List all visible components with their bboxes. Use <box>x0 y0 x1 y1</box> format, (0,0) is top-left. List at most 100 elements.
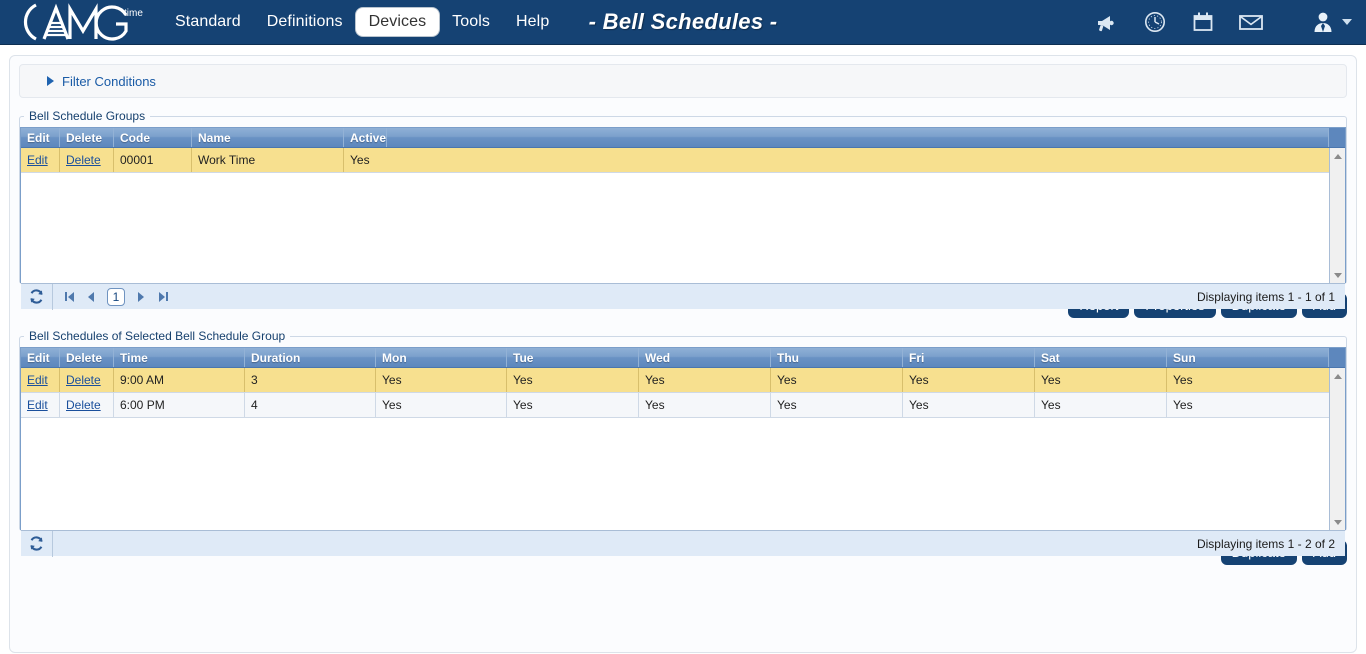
refresh-icon[interactable] <box>21 530 53 557</box>
top-navbar: time Standard Definitions Devices Tools … <box>0 0 1366 45</box>
megaphone-icon[interactable] <box>1094 9 1120 35</box>
amg-time-logo[interactable]: time <box>0 0 150 45</box>
schedules-col-wed[interactable]: Wed <box>639 348 771 367</box>
scroll-up-icon[interactable] <box>1330 368 1345 384</box>
schedules-col-sun[interactable]: Sun <box>1167 348 1329 367</box>
schedules-col-sat[interactable]: Sat <box>1035 348 1167 367</box>
groups-cell-active: Yes <box>350 153 370 167</box>
groups-cell-delete[interactable]: Delete <box>60 148 114 172</box>
nav-item-help[interactable]: Help <box>503 8 562 36</box>
nav-item-devices[interactable]: Devices <box>355 8 440 36</box>
schedules-header-scroll-spacer <box>1329 348 1345 367</box>
groups-cell-code: 00001 <box>114 148 192 172</box>
schedules-cell-sat: Yes <box>1035 368 1167 392</box>
bell-schedules-section: Bell Schedules of Selected Bell Schedule… <box>19 329 1347 557</box>
bell-schedules-grid: Edit Delete Time Duration Mon Tue Wed Th… <box>20 347 1346 557</box>
schedules-cell-sat: Yes <box>1035 393 1167 417</box>
table-row[interactable]: Edit Delete 9:00 AM 3 Yes Yes Yes Yes Ye… <box>21 368 1345 393</box>
schedules-displaying-info: Displaying items 1 - 2 of 2 <box>1196 536 1335 551</box>
pager-prev-button[interactable] <box>83 289 99 305</box>
groups-col-edit[interactable]: Edit <box>21 128 60 147</box>
pager-page-1[interactable]: 1 <box>107 287 125 306</box>
schedules-grid-footer: Displaying items 1 - 2 of 2 <box>21 530 1345 557</box>
refresh-icon[interactable] <box>21 283 53 310</box>
schedules-cell-sun: Yes <box>1173 373 1193 387</box>
calendar-icon[interactable] <box>1190 9 1216 35</box>
nav-item-standard[interactable]: Standard <box>162 8 254 36</box>
schedules-col-fri[interactable]: Fri <box>903 348 1035 367</box>
groups-cell-name: Work Time <box>192 148 344 172</box>
schedules-cell-mon: Yes <box>376 393 507 417</box>
page-body: Filter Conditions Bell Schedule Groups E… <box>0 45 1366 654</box>
schedules-cell-time: 6:00 PM <box>114 393 245 417</box>
scroll-down-icon[interactable] <box>1330 267 1345 283</box>
schedules-cell-delete[interactable]: Delete <box>60 368 114 392</box>
schedules-cell-tue: Yes <box>507 368 639 392</box>
bell-schedules-legend: Bell Schedules of Selected Bell Schedule… <box>29 329 286 343</box>
schedules-cell-thu: Yes <box>771 393 903 417</box>
schedules-cell-mon: Yes <box>376 368 507 392</box>
schedules-col-thu[interactable]: Thu <box>771 348 903 367</box>
groups-col-filler <box>387 128 1329 147</box>
groups-col-delete[interactable]: Delete <box>60 128 114 147</box>
edit-link[interactable]: Edit <box>27 153 48 167</box>
schedules-cell-duration: 3 <box>245 368 376 392</box>
pager-next-button[interactable] <box>133 289 149 305</box>
schedules-cell-duration: 4 <box>245 393 376 417</box>
schedules-cell-wed: Yes <box>639 393 771 417</box>
delete-link[interactable]: Delete <box>66 153 101 167</box>
schedules-cell-time: 9:00 AM <box>114 368 245 392</box>
groups-vertical-scrollbar[interactable] <box>1329 148 1345 283</box>
schedules-cell-edit[interactable]: Edit <box>21 393 60 417</box>
pager-last-button[interactable] <box>155 289 171 305</box>
schedules-cell-thu: Yes <box>771 368 903 392</box>
schedules-cell-wed: Yes <box>639 368 771 392</box>
schedules-col-time[interactable]: Time <box>114 348 245 367</box>
pager-first-button[interactable] <box>61 289 77 305</box>
table-row[interactable]: Edit Delete 6:00 PM 4 Yes Yes Yes Yes Ye… <box>21 393 1345 418</box>
groups-header-scroll-spacer <box>1329 128 1345 147</box>
user-avatar-icon[interactable] <box>1310 9 1336 35</box>
groups-col-code[interactable]: Code <box>114 128 192 147</box>
groups-displaying-info: Displaying items 1 - 1 of 1 <box>1196 289 1335 304</box>
groups-grid-header: Edit Delete Code Name Active <box>21 128 1345 148</box>
schedules-col-delete[interactable]: Delete <box>60 348 114 367</box>
schedules-cell-delete[interactable]: Delete <box>60 393 114 417</box>
nav-item-tools[interactable]: Tools <box>439 8 503 36</box>
schedules-col-tue[interactable]: Tue <box>507 348 639 367</box>
filter-conditions-toggle[interactable]: Filter Conditions <box>19 64 1347 98</box>
groups-cell-edit[interactable]: Edit <box>21 148 60 172</box>
scroll-down-icon[interactable] <box>1330 514 1345 530</box>
user-menu[interactable] <box>1310 9 1352 35</box>
delete-link[interactable]: Delete <box>66 398 101 412</box>
nav-item-definitions[interactable]: Definitions <box>254 8 356 36</box>
groups-grid-footer: 1 Displaying items 1 - 1 of 1 <box>21 283 1345 310</box>
schedules-col-mon[interactable]: Mon <box>376 348 507 367</box>
chevron-down-icon[interactable] <box>1342 19 1352 25</box>
groups-pager: 1 <box>53 287 179 306</box>
bell-schedule-groups-legend: Bell Schedule Groups <box>29 109 146 123</box>
schedules-vertical-scrollbar[interactable] <box>1329 368 1345 530</box>
envelope-icon[interactable] <box>1238 9 1264 35</box>
groups-col-active[interactable]: Active <box>344 128 387 147</box>
scroll-up-icon[interactable] <box>1330 148 1345 164</box>
edit-link[interactable]: Edit <box>27 373 48 387</box>
svg-text:time: time <box>124 8 143 19</box>
schedules-grid-body: Edit Delete 9:00 AM 3 Yes Yes Yes Yes Ye… <box>21 368 1345 530</box>
filter-conditions-label: Filter Conditions <box>62 73 156 89</box>
schedules-cell-edit[interactable]: Edit <box>21 368 60 392</box>
table-row[interactable]: Edit Delete 00001 Work Time Yes <box>21 148 1345 173</box>
clock-icon[interactable] <box>1142 9 1168 35</box>
main-menu: Standard Definitions Devices Tools Help <box>162 8 562 36</box>
schedules-cell-sun: Yes <box>1173 398 1193 412</box>
delete-link[interactable]: Delete <box>66 373 101 387</box>
bell-schedule-groups-grid: Edit Delete Code Name Active Edit Delete… <box>20 127 1346 310</box>
content-panel: Filter Conditions Bell Schedule Groups E… <box>9 55 1357 653</box>
groups-col-name[interactable]: Name <box>192 128 344 147</box>
schedules-col-edit[interactable]: Edit <box>21 348 60 367</box>
expand-arrow-icon <box>47 76 54 86</box>
schedules-col-duration[interactable]: Duration <box>245 348 376 367</box>
schedules-grid-header: Edit Delete Time Duration Mon Tue Wed Th… <box>21 348 1345 368</box>
schedules-cell-tue: Yes <box>507 393 639 417</box>
edit-link[interactable]: Edit <box>27 398 48 412</box>
